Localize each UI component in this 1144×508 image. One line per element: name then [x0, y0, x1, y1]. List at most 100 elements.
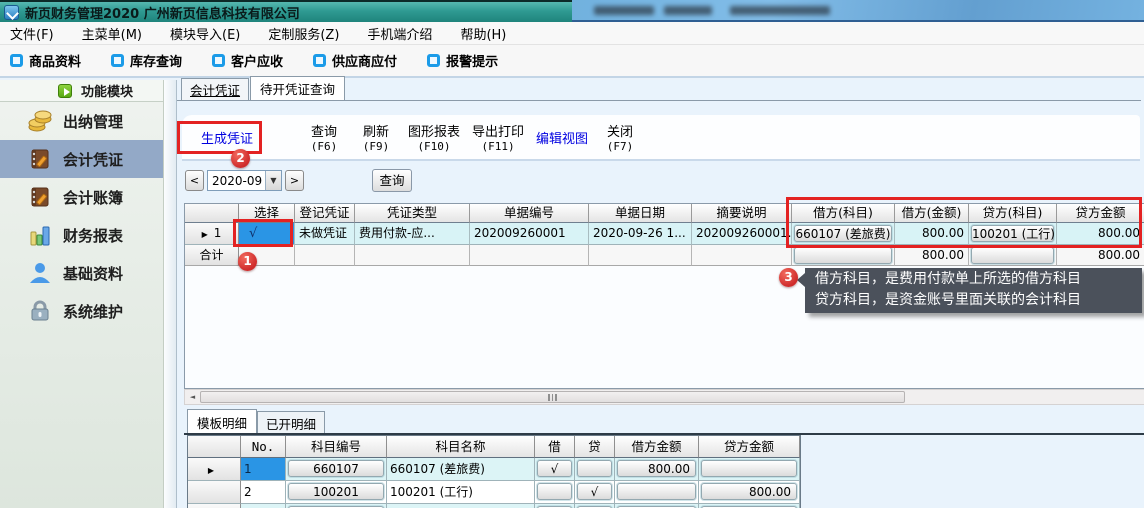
- menu-main[interactable]: 主菜单(M): [82, 24, 142, 43]
- tooltip-line-2: 贷方科目，是资金账号里面关联的会计科目: [815, 290, 1142, 311]
- menu-mobile-intro[interactable]: 手机端介绍: [367, 24, 432, 43]
- debit-amount-button[interactable]: [617, 483, 696, 500]
- col-header-account-name: 科目名称: [387, 436, 535, 458]
- credit-check-cell: √: [575, 481, 615, 504]
- menu-bar: 文件(F) 主菜单(M) 模块导入(E) 定制服务(Z) 手机端介绍 帮助(H): [0, 22, 1144, 45]
- scrollbar-grip: [548, 394, 550, 401]
- scrollbar-thumb[interactable]: [200, 391, 905, 403]
- query-f6-button[interactable]: 查询 (F6): [298, 117, 350, 157]
- blurred-background-window: [730, 6, 830, 15]
- graph-report-f10-button[interactable]: 图形报表 (F10): [402, 117, 466, 157]
- col-header-credit-amount: 贷方金额: [699, 436, 800, 458]
- account-name-cell[interactable]: 660107 (差旅费): [387, 458, 535, 481]
- total-empty-cell: [589, 245, 692, 266]
- debit-amount-cell: [615, 481, 699, 504]
- credit-check-button[interactable]: [577, 460, 612, 477]
- total-credit-account-cell: [969, 245, 1057, 266]
- row-header[interactable]: ▶: [188, 458, 241, 481]
- sidebar-item-maintenance[interactable]: 系统维护: [0, 292, 163, 330]
- toolbar-item-inventory[interactable]: 库存查询: [111, 51, 182, 70]
- tooltip-line-1: 借方科目，是费用付款单上所选的借方科目: [815, 269, 1142, 290]
- action-bar: 生成凭证 查询 (F6) 刷新 (F9) 图形报表 (F10) 导出打印 (F1…: [182, 115, 1140, 161]
- sidebar-item-cashier[interactable]: 出纳管理: [0, 102, 163, 140]
- total-empty-cell: [692, 245, 792, 266]
- period-select[interactable]: 2020-09 ▼: [207, 170, 282, 191]
- credit-amount-button[interactable]: [701, 460, 797, 477]
- tab-pending-voucher-query[interactable]: 待开凭证查询: [250, 76, 345, 100]
- row-marker-icon: ▶: [202, 230, 208, 239]
- menu-file[interactable]: 文件(F): [10, 24, 54, 43]
- sidebar-item-ledger[interactable]: 会计账簿: [0, 178, 163, 216]
- debit-check-button[interactable]: √: [537, 460, 572, 477]
- menu-module-import[interactable]: 模块导入(E): [170, 24, 240, 43]
- total-debit-account-button[interactable]: [794, 247, 892, 264]
- app-window: 新页财务管理2020 广州新页信息科技有限公司 文件(F) 主菜单(M) 模块导…: [0, 0, 1144, 508]
- toolbar-item-payable[interactable]: 供应商应付: [313, 51, 397, 70]
- next-month-button[interactable]: >: [285, 170, 304, 191]
- row-marker-icon: ▶: [208, 466, 214, 475]
- account-name-cell[interactable]: 100201 (工行): [387, 481, 535, 504]
- col-header-doc-date: 单据日期: [589, 204, 692, 223]
- query-button[interactable]: 查询: [372, 169, 412, 192]
- horizontal-scrollbar[interactable]: ◄: [184, 389, 1144, 405]
- coins-icon: [28, 110, 52, 132]
- scroll-left-icon[interactable]: ◄: [186, 391, 199, 403]
- period-bar: < 2020-09 ▼ > 查询: [185, 168, 412, 192]
- row-header[interactable]: [188, 504, 241, 508]
- account-code-button[interactable]: 660107: [288, 460, 384, 477]
- account-name-cell[interactable]: [387, 504, 535, 508]
- tab-strip: 会计凭证 待开凭证查询: [181, 80, 346, 100]
- menu-custom-service[interactable]: 定制服务(Z): [268, 24, 339, 43]
- export-print-f11-button[interactable]: 导出打印 (F11): [466, 117, 530, 157]
- blue-square-icon: [10, 54, 23, 67]
- debit-check-cell: √: [535, 458, 575, 481]
- menu-help[interactable]: 帮助(H): [460, 24, 506, 43]
- tab-divider: [177, 100, 1141, 101]
- credit-amount-button[interactable]: 800.00: [701, 483, 797, 500]
- toolbar-item-receivable[interactable]: 客户应收: [212, 51, 283, 70]
- sidebar-item-reports[interactable]: 财务报表: [0, 216, 163, 254]
- total-credit-account-button[interactable]: [971, 247, 1054, 264]
- sidebar-splitter[interactable]: [163, 80, 176, 508]
- credit-check-button[interactable]: √: [577, 483, 612, 500]
- no-cell[interactable]: 1: [241, 458, 286, 481]
- title-bar-app[interactable]: 新页财务管理2020 广州新页信息科技有限公司: [0, 0, 572, 22]
- toolbar-item-alert[interactable]: 报警提示: [427, 51, 498, 70]
- row-header[interactable]: ▶1: [185, 223, 239, 245]
- sidebar-item-voucher[interactable]: 会计凭证: [0, 140, 163, 178]
- debit-amount-button[interactable]: 800.00: [617, 460, 696, 477]
- sidebar: 功能模块 出纳管理 会计凭证 会计账簿 财务报表 基础资料 系统维护: [0, 80, 163, 508]
- doc-date-cell[interactable]: 2020-09-26 1...: [589, 223, 692, 245]
- refresh-f9-button[interactable]: 刷新 (F9): [350, 117, 402, 157]
- sidebar-item-basic-data[interactable]: 基础资料: [0, 254, 163, 292]
- play-icon: [58, 84, 72, 98]
- tab-template-detail[interactable]: 模板明细: [187, 409, 257, 436]
- account-code-button[interactable]: 100201: [288, 483, 384, 500]
- close-f7-button[interactable]: 关闭 (F7): [594, 117, 646, 157]
- col-header-account-code: 科目编号: [286, 436, 387, 458]
- lock-icon: [28, 300, 52, 322]
- voucher-type-cell[interactable]: 费用付款-应...: [355, 223, 470, 245]
- register-cell[interactable]: 未做凭证: [295, 223, 355, 245]
- no-cell[interactable]: 2: [241, 481, 286, 504]
- credit-amount-cell: [699, 504, 800, 508]
- blue-square-icon: [111, 54, 124, 67]
- doc-no-cell[interactable]: 202009260001: [470, 223, 589, 245]
- annotation-badge-2: 2: [231, 149, 250, 168]
- annotation-tooltip: 借方科目，是费用付款单上所选的借方科目 贷方科目，是资金账号里面关联的会计科目: [805, 268, 1142, 313]
- annotation-box-account-columns: [786, 197, 1142, 248]
- debit-check-cell: [535, 481, 575, 504]
- prev-month-button[interactable]: <: [185, 170, 204, 191]
- credit-check-cell: [575, 458, 615, 481]
- chevron-down-icon[interactable]: ▼: [265, 171, 281, 190]
- detail-tab-strip: 模板明细 已开明细: [187, 409, 325, 436]
- scrollbar-grip: [555, 394, 557, 401]
- summary-cell[interactable]: 202009260001...: [692, 223, 792, 245]
- edit-view-button[interactable]: 编辑视图: [530, 117, 594, 157]
- no-cell[interactable]: [241, 504, 286, 508]
- toolbar-item-goods[interactable]: 商品资料: [10, 51, 81, 70]
- row-header[interactable]: [188, 481, 241, 504]
- debit-check-button[interactable]: [537, 483, 572, 500]
- annotation-badge-3: 3: [779, 268, 798, 287]
- tab-accounting-voucher[interactable]: 会计凭证: [181, 78, 249, 100]
